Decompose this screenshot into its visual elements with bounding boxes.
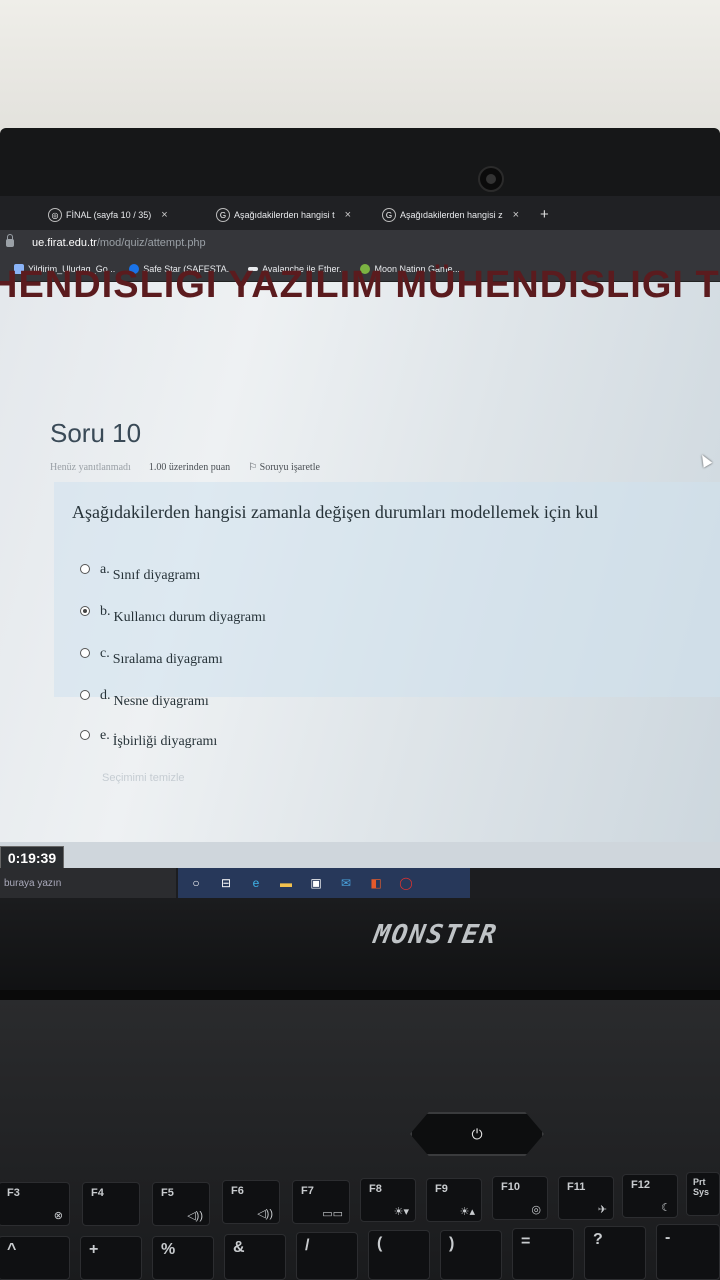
radio-button[interactable]: [80, 730, 90, 740]
key-caret[interactable]: ^: [0, 1236, 70, 1280]
mail-icon[interactable]: ✉: [338, 875, 354, 891]
tab-title: FİNAL (sayfa 10 / 35): [66, 210, 152, 220]
key-f3[interactable]: F3 ⊗: [0, 1182, 70, 1226]
tab-final[interactable]: ◎ FİNAL (sayfa 10 / 35) ×: [48, 204, 168, 226]
taskbar-search-input[interactable]: buraya yazın: [0, 868, 176, 898]
key-slash[interactable]: /: [296, 1232, 358, 1280]
brightness-down-icon: ☀▾: [393, 1206, 409, 1218]
task-view-icon[interactable]: ⊟: [218, 875, 234, 891]
url-host: ue.firat.edu.tr: [32, 237, 97, 249]
key-ampersand[interactable]: &: [224, 1234, 286, 1280]
flag-question-link[interactable]: ⚐ Soruyu işaretle: [248, 462, 320, 473]
display-icon: ▭▭: [322, 1208, 343, 1220]
webcam-icon: [478, 166, 504, 192]
new-tab-button[interactable]: +: [540, 206, 549, 223]
mouse-cursor-icon: [697, 452, 713, 468]
volume-up-icon: ◁)): [257, 1208, 273, 1220]
question-text: Aşağıdakilerden hangisi zamanla değişen …: [72, 502, 599, 522]
power-button[interactable]: ⏻: [410, 1112, 544, 1156]
option-d[interactable]: d. Nesne diyagramı: [80, 688, 209, 710]
key-equals[interactable]: =: [512, 1228, 574, 1280]
flag-icon: ⚐: [248, 462, 260, 473]
tab-title: Aşağıdakilerden hangisi z: [400, 210, 503, 220]
question-meta: Henüz yanıtlanmadı 1.00 üzerinden puan ⚐…: [50, 462, 320, 473]
quiz-page: HENDISLIGI YAZILIM MÜHENDISLIGI TEKNOL S…: [0, 264, 720, 842]
store-icon[interactable]: ▣: [308, 875, 324, 891]
tab-title: Aşağıdakilerden hangisi t: [234, 210, 335, 220]
key-f10[interactable]: F10 ◎: [492, 1176, 548, 1220]
brand-logo: MONSTER: [371, 920, 501, 950]
option-a[interactable]: a. Sınıf diyagramı: [80, 562, 201, 584]
windows-taskbar: buraya yazın ○ ⊟ e ▬ ▣ ✉ ◧ ◯: [0, 868, 720, 898]
brightness-up-icon: ☀▴: [459, 1206, 475, 1218]
close-icon[interactable]: ×: [161, 209, 167, 221]
opera-icon[interactable]: ◯: [398, 875, 414, 891]
option-label: Sıralama diyagramı: [112, 652, 223, 667]
airplane-icon: ✈: [597, 1204, 607, 1216]
google-icon: G: [216, 208, 230, 222]
windows-search-icon[interactable]: ○: [188, 875, 204, 891]
key-open-paren[interactable]: (: [368, 1230, 430, 1280]
key-print-screen[interactable]: Prt Sys: [686, 1172, 720, 1216]
camera-icon: ◎: [531, 1204, 541, 1216]
lock-icon: [6, 234, 14, 247]
browser-tab-bar: ◎ FİNAL (sayfa 10 / 35) × G Aşağıdakiler…: [0, 196, 720, 230]
clear-choice-link[interactable]: Seçimimi temizle: [102, 772, 185, 784]
key-question[interactable]: ?: [584, 1226, 646, 1280]
answer-status: Henüz yanıtlanmadı: [50, 462, 131, 473]
file-explorer-icon[interactable]: ▬: [278, 875, 294, 891]
key-minus[interactable]: -: [656, 1224, 720, 1280]
key-f11[interactable]: F11 ✈: [558, 1176, 614, 1220]
close-icon[interactable]: ×: [513, 209, 519, 221]
taskbar-icons: ○ ⊟ e ▬ ▣ ✉ ◧ ◯: [178, 868, 470, 898]
laptop-hinge: [0, 990, 720, 1000]
edge-icon[interactable]: e: [248, 875, 264, 891]
option-label: Sınıf diyagramı: [112, 568, 201, 583]
key-plus[interactable]: +: [80, 1236, 142, 1280]
question-title: Soru 10: [50, 418, 142, 448]
key-f4[interactable]: F4: [82, 1182, 140, 1226]
radio-button-selected[interactable]: [80, 606, 90, 616]
url-path: /mod/quiz/attempt.php: [96, 237, 206, 249]
radio-button[interactable]: [80, 564, 90, 574]
key-f6[interactable]: F6 ◁)): [222, 1180, 280, 1224]
key-f7[interactable]: F7 ▭▭: [292, 1180, 350, 1224]
mute-icon: ⊗: [53, 1210, 63, 1222]
option-c[interactable]: c. Sıralama diyagramı: [80, 646, 223, 668]
quiz-timer: 0:19:39: [0, 846, 64, 870]
laptop-screen: ◎ FİNAL (sayfa 10 / 35) × G Aşağıdakiler…: [0, 196, 720, 898]
key-percent[interactable]: %: [152, 1236, 214, 1280]
key-close-paren[interactable]: ): [440, 1230, 502, 1280]
radio-button[interactable]: [80, 690, 90, 700]
question-points: 1.00 üzerinden puan: [148, 462, 231, 473]
address-bar[interactable]: ue.firat.edu.tr /mod/quiz/attempt.php: [0, 230, 720, 256]
office-icon[interactable]: ◧: [368, 875, 384, 891]
volume-down-icon: ◁)): [187, 1210, 203, 1222]
radio-button[interactable]: [80, 648, 90, 658]
option-label: Kullanıcı durum diyagramı: [113, 610, 266, 625]
option-label: Nesne diyagramı: [113, 694, 209, 709]
key-f5[interactable]: F5 ◁)): [152, 1182, 210, 1226]
course-banner: HENDISLIGI YAZILIM MÜHENDISLIGI TEKNOL: [0, 264, 720, 306]
option-b[interactable]: b. Kullanıcı durum diyagramı: [80, 604, 266, 626]
option-e[interactable]: e. İşbirliği diyagramı: [80, 728, 218, 750]
option-label: İşbirliği diyagramı: [112, 734, 218, 749]
key-f12[interactable]: F12 ☾: [622, 1174, 678, 1218]
tab-question-2[interactable]: G Aşağıdakilerden hangisi z ×: [382, 204, 519, 226]
key-f9[interactable]: F9 ☀▴: [426, 1178, 482, 1222]
power-icon: ⏻: [471, 1125, 483, 1142]
background-wall: [0, 0, 720, 140]
key-f8[interactable]: F8 ☀▾: [360, 1178, 416, 1222]
tab-favicon-icon: ◎: [48, 208, 62, 222]
close-icon[interactable]: ×: [345, 209, 351, 221]
sleep-icon: ☾: [661, 1202, 671, 1214]
google-icon: G: [382, 208, 396, 222]
tab-question-1[interactable]: G Aşağıdakilerden hangisi t ×: [216, 204, 351, 226]
